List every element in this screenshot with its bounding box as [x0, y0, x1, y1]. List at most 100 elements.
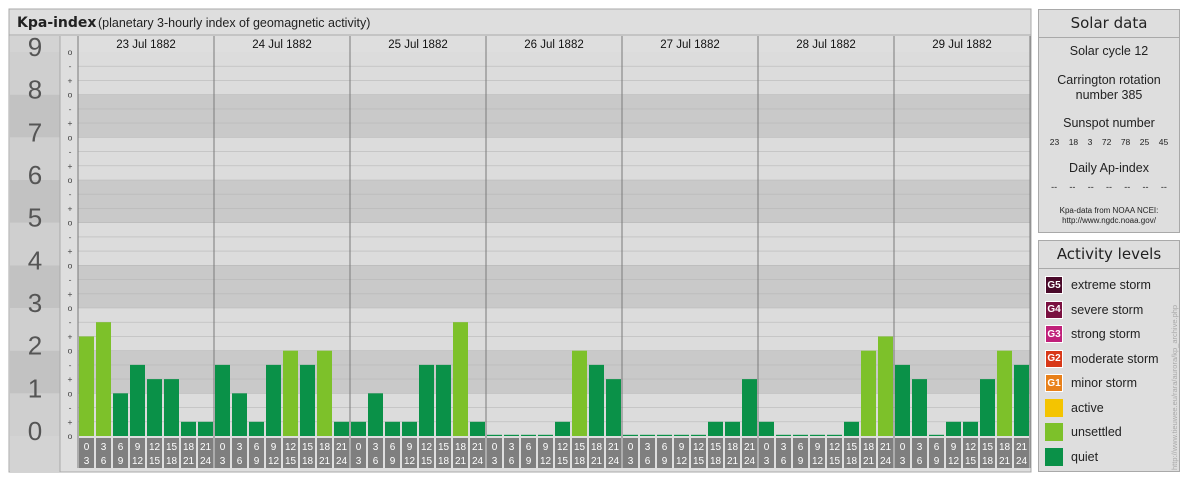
kp-bar [521, 434, 536, 436]
sunspot-value: 45 [1158, 137, 1169, 147]
kp-bar [793, 434, 808, 436]
source-line2[interactable]: http://www.ngdc.noaa.gov/ [1039, 216, 1179, 226]
minor-tick-label: + [68, 161, 73, 171]
interval-start: 12 [693, 442, 705, 453]
activity-level-swatch: G5 [1045, 276, 1063, 295]
interval-end: 24 [200, 456, 212, 467]
y-tick-label: 7 [28, 117, 42, 147]
interval-start: 9 [407, 442, 413, 453]
interval-end: 3 [220, 456, 226, 467]
interval-end: 15 [557, 456, 569, 467]
interval-start: 15 [710, 442, 722, 453]
interval-start: 0 [900, 442, 906, 453]
kp-bar [215, 364, 230, 436]
interval-start: 3 [917, 442, 923, 453]
activity-level-item: G4 severe storm [1039, 298, 1179, 323]
kp-bar [266, 364, 281, 436]
kp-bar [929, 434, 944, 436]
day-label: 27 Jul 1882 [660, 39, 719, 51]
interval-start: 9 [543, 442, 549, 453]
interval-start: 6 [254, 442, 260, 453]
interval-end: 3 [628, 456, 634, 467]
day-label: 25 Jul 1882 [388, 39, 447, 51]
minor-tick-label: - [69, 360, 72, 370]
interval-start: 9 [271, 442, 277, 453]
kp-bar [640, 434, 655, 436]
interval-end: 21 [999, 456, 1011, 467]
kp-bar [368, 393, 383, 436]
kp-bar [691, 434, 706, 436]
activity-level-label: active [1071, 400, 1104, 415]
interval-end: 15 [693, 456, 705, 467]
kp-bar [589, 364, 604, 436]
interval-start: 15 [574, 442, 586, 453]
kp-bar [1014, 364, 1029, 436]
interval-start: 9 [679, 442, 685, 453]
minor-tick-label: o [68, 132, 73, 142]
kp-bar [113, 393, 128, 436]
interval-start: 12 [965, 442, 977, 453]
interval-end: 6 [237, 456, 243, 467]
activity-level-swatch [1045, 423, 1063, 442]
interval-end: 9 [390, 456, 396, 467]
interval-start: 6 [390, 442, 396, 453]
minor-tick-label: + [68, 246, 73, 256]
ap-value: -- [1105, 182, 1112, 192]
activity-level-item: G5 extreme storm [1039, 273, 1179, 298]
interval-end: 12 [268, 456, 280, 467]
interval-end: 12 [812, 456, 824, 467]
activity-level-swatch [1045, 398, 1063, 417]
activity-level-item: unsettled [1039, 420, 1179, 445]
interval-start: 12 [557, 442, 569, 453]
interval-end: 24 [472, 456, 484, 467]
activity-level-item: G3 strong storm [1039, 322, 1179, 347]
interval-start: 15 [438, 442, 450, 453]
interval-start: 0 [84, 442, 90, 453]
activity-levels-title: Activity levels [1039, 241, 1179, 269]
minor-tick-label: + [68, 203, 73, 213]
kp-bar [946, 421, 961, 436]
minor-tick-label: - [69, 403, 72, 413]
kp-bar [385, 421, 400, 436]
kp-bar [198, 421, 213, 436]
solar-data-title: Solar data [1039, 10, 1179, 38]
source-line1: Kpa-data from NOAA NCEI: [1059, 206, 1159, 215]
minor-tick-label: o [68, 90, 73, 100]
interval-end: 18 [574, 456, 586, 467]
interval-end: 21 [727, 456, 739, 467]
interval-end: 3 [492, 456, 498, 467]
interval-start: 12 [421, 442, 433, 453]
carrington-line1: Carrington rotation [1057, 73, 1161, 87]
interval-end: 6 [373, 456, 379, 467]
interval-end: 24 [880, 456, 892, 467]
kp-bar [300, 364, 315, 436]
minor-tick-label: - [69, 275, 72, 285]
kp-bar [79, 336, 94, 436]
interval-start: 9 [951, 442, 957, 453]
activity-level-item: G2 moderate storm [1039, 347, 1179, 372]
activity-level-swatch [1045, 447, 1063, 466]
ap-title: Daily Ap-index [1069, 161, 1149, 175]
grid-band [78, 94, 1030, 138]
interval-start: 0 [764, 442, 770, 453]
interval-start: 15 [982, 442, 994, 453]
interval-start: 3 [101, 442, 107, 453]
kp-bar [725, 421, 740, 436]
kp-bar [708, 421, 723, 436]
interval-end: 12 [540, 456, 552, 467]
interval-start: 21 [1016, 442, 1028, 453]
day-label: 29 Jul 1882 [932, 39, 991, 51]
interval-start: 6 [526, 442, 532, 453]
kp-bar [861, 350, 876, 436]
day-label: 24 Jul 1882 [252, 39, 311, 51]
minor-tick-label: + [68, 289, 73, 299]
kp-bar [419, 364, 434, 436]
kp-bar [980, 379, 995, 436]
activity-level-label: minor storm [1071, 376, 1137, 391]
kp-bar [606, 379, 621, 436]
interval-start: 6 [662, 442, 668, 453]
interval-end: 21 [455, 456, 467, 467]
minor-tick-label: - [69, 104, 72, 114]
kp-bar [572, 350, 587, 436]
kp-bar [538, 434, 553, 436]
